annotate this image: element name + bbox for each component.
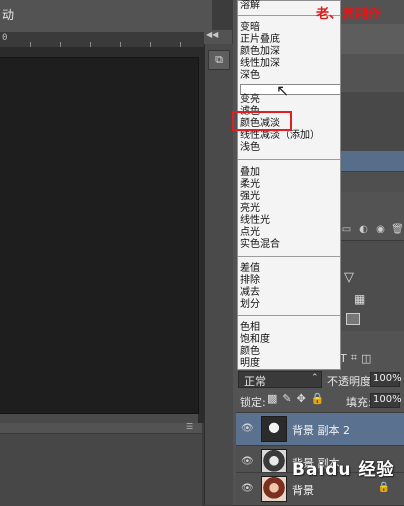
menu-item[interactable]: 色相: [240, 322, 339, 334]
shape-filter-icon[interactable]: ⌗: [351, 351, 357, 365]
menu-item[interactable]: 变亮: [240, 94, 339, 106]
panel-menu-icon[interactable]: ☰: [186, 422, 193, 431]
author-title: 老、鼎制作: [316, 7, 382, 22]
highlight-annotation-box: [232, 111, 292, 131]
lock-transparency-icon[interactable]: ▩: [267, 392, 277, 405]
eye-icon[interactable]: 👁: [241, 483, 254, 494]
document-canvas[interactable]: [0, 58, 198, 413]
menu-separator: [238, 159, 340, 160]
menu-item[interactable]: 实色混合: [240, 239, 339, 251]
menu-item[interactable]: 颜色加深: [240, 46, 339, 58]
panel-dock: [204, 44, 234, 505]
menu-item[interactable]: 浅色: [240, 142, 339, 154]
lock-paint-icon[interactable]: ✎: [282, 392, 291, 405]
ruler-tick: [180, 42, 181, 47]
menu-item[interactable]: 强光: [240, 191, 339, 203]
menu-item[interactable]: 减去: [240, 287, 339, 299]
layer-row[interactable]: 👁 背景 副本 2: [236, 412, 404, 445]
watermark: Baidu 经验: [292, 460, 395, 480]
menu-item[interactable]: 点光: [240, 227, 339, 239]
menu-item[interactable]: 差值: [240, 263, 339, 275]
menu-item[interactable]: 正片叠底: [240, 34, 339, 46]
ruler-tick: [120, 42, 121, 47]
layer-name: 背景: [292, 484, 314, 497]
smart-object-filter-icon[interactable]: ◫: [361, 352, 371, 365]
menu-item[interactable]: 线性减淡（添加）: [240, 130, 339, 142]
lock-options: ▩ ✎ ✥ 🔒: [267, 392, 325, 405]
menu-item[interactable]: 饱和度: [240, 334, 339, 346]
menu-item[interactable]: 深色: [240, 70, 339, 82]
folder-icon[interactable]: ▭: [340, 223, 353, 236]
triangle-icon[interactable]: ▽: [344, 270, 354, 285]
menu-item[interactable]: 柔光: [240, 179, 339, 191]
panel-section: [341, 92, 404, 152]
document-tab-label[interactable]: 动: [2, 6, 14, 23]
lock-move-icon[interactable]: ✥: [297, 392, 306, 405]
menu-item[interactable]: 线性光: [240, 215, 339, 227]
camera-icon[interactable]: ◉: [374, 223, 387, 236]
panel-icon-bar: ▭ ◐ ◉ 🗑: [340, 218, 404, 240]
horizontal-ruler: 0: [0, 32, 212, 48]
trash-icon[interactable]: 🗑: [391, 223, 404, 236]
menu-item[interactable]: 排除: [240, 275, 339, 287]
opacity-value: 100%: [373, 373, 402, 384]
mask-icon[interactable]: [346, 313, 360, 325]
chevron-down-icon[interactable]: ⌃: [311, 373, 319, 383]
eye-icon[interactable]: 👁: [241, 423, 254, 434]
fill-label: 填充:: [346, 396, 372, 409]
document-tab-bar: [0, 0, 212, 33]
fill-value: 100%: [373, 394, 402, 405]
panel-section: [341, 24, 404, 54]
layer-thumbnail: [261, 476, 287, 502]
lock-icon: 🔒: [377, 482, 390, 493]
adjustment-icon[interactable]: ◐: [357, 223, 370, 236]
layers-panel-icon[interactable]: ⧉: [208, 50, 230, 70]
bottom-panel-header: [0, 423, 202, 434]
selected-panel-row[interactable]: [341, 151, 404, 171]
menu-item[interactable]: 划分: [240, 299, 339, 311]
blend-mode-value: 正常: [244, 375, 266, 388]
menu-item[interactable]: 变暗: [240, 22, 339, 34]
menu-item[interactable]: 线性加深: [240, 58, 339, 70]
lock-label: 锁定:: [240, 396, 266, 409]
menu-item[interactable]: 明度: [240, 358, 339, 370]
menu-item[interactable]: 颜色: [240, 346, 339, 358]
type-filter-icon[interactable]: T: [340, 352, 347, 365]
mouse-cursor-icon: ↖: [276, 81, 290, 100]
collapse-arrows-icon[interactable]: ◀◀: [206, 30, 218, 39]
menu-item[interactable]: 亮光: [240, 203, 339, 215]
menu-separator: [238, 315, 340, 316]
eye-icon[interactable]: 👁: [241, 456, 254, 467]
ruler-label: 0: [2, 33, 8, 43]
menu-item[interactable]: 叠加: [240, 167, 339, 179]
ruler-tick: [150, 42, 151, 47]
layer-thumbnail: [261, 416, 287, 442]
panel-row[interactable]: [341, 171, 404, 192]
lock-all-icon[interactable]: 🔒: [311, 392, 325, 405]
ruler-tick: [60, 42, 61, 47]
opacity-label: 不透明度:: [327, 375, 375, 388]
ruler-tick: [30, 42, 31, 47]
grid-icon[interactable]: ▦: [354, 292, 365, 306]
horizontal-scrollbar[interactable]: [0, 414, 198, 423]
ruler-tick: [90, 42, 91, 47]
bottom-panel: [0, 423, 202, 506]
menu-separator: [238, 256, 340, 257]
layer-filter-toolbar: T ⌗ ◫: [340, 349, 404, 367]
layer-name: 背景 副本 2: [292, 424, 350, 437]
